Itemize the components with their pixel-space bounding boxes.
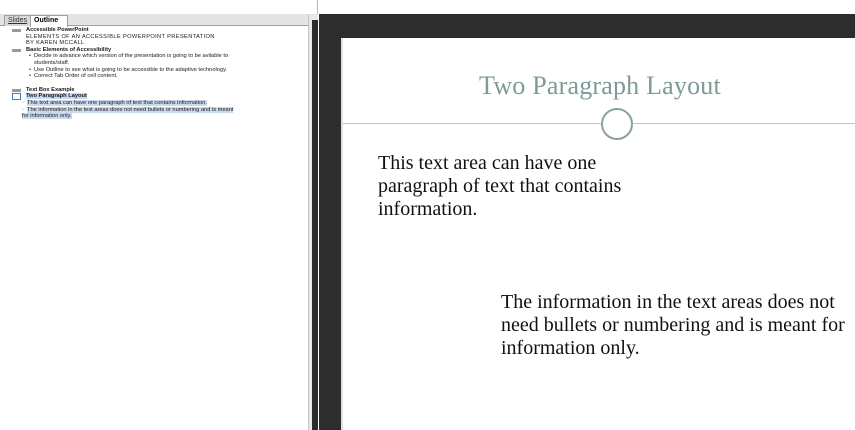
outline-bullet: Use Outline to see what is going to be a… [0,67,306,74]
outline-bullet-continued: students/staff. [34,59,70,66]
outline-paragraph-text: for information only. [22,113,72,120]
outline-slide-2[interactable]: Basic Elements of Accessibility [0,47,306,54]
outline-slide-title: Accessible PowerPoint [26,27,89,33]
outline-paragraph-continued[interactable]: for information only. [0,113,306,120]
outline-slide-title: Text Box Example [26,86,75,93]
outline-slide-4[interactable]: Two Paragraph Layout [0,93,306,101]
outline-paragraph[interactable]: ▫ This text area can have one paragraph … [0,99,306,107]
outline-slide-1[interactable]: Accessible PowerPoint ELEMENTS OF AN ACC… [0,27,306,47]
outline-paragraph-text: This text area can have one paragraph of… [27,99,207,106]
vertical-scrollbar[interactable] [312,20,318,430]
outline-slide-title: Two Paragraph Layout [26,93,87,100]
outline-slide-title: Basic Elements of Accessibility [26,46,112,53]
outline-content[interactable]: Accessible PowerPoint ELEMENTS OF AN ACC… [0,27,306,120]
outline-paragraph-text: The information in the text areas does n… [27,106,234,113]
tab-slides[interactable]: Slides [4,15,32,26]
stage-top-strip [319,0,855,14]
outline-subtitle-line: ELEMENTS OF AN ACCESSIBLE POWERPOINT PRE… [26,33,215,40]
title-divider-right [633,123,855,124]
slide-icon [12,29,21,32]
title-divider-left [343,123,601,124]
paragraph-marker-icon: ▫ [22,106,24,113]
outline-pane: Slides Outline × Accessible PowerPoint E… [0,0,318,430]
text-area-1[interactable]: This text area can have one paragraph of… [378,152,678,221]
outline-bullet: Decide in advance which version of the p… [0,53,306,60]
paragraph-marker-icon: ▫ [22,99,24,106]
pane-tab-bar: Slides Outline [0,14,318,27]
slide-title[interactable]: Two Paragraph Layout [343,71,855,101]
title-circle-ornament [601,108,633,140]
outline-paragraph[interactable]: ▫ The information in the text areas does… [0,106,306,114]
slide-icon [12,88,21,92]
outline-subtitle-line: BY KAREN MCCALL [26,40,85,47]
outline-spacer [0,80,306,87]
tab-outline[interactable]: Outline [30,15,68,27]
text-area-2[interactable]: The information in the text areas does n… [501,291,851,360]
slide-canvas[interactable]: Two Paragraph Layout This text area can … [341,38,855,430]
outline-bullet: Correct Tab Order of cell content. [0,73,306,80]
outline-slide-3[interactable]: Text Box Example [0,87,306,94]
slide-icon [12,48,21,52]
